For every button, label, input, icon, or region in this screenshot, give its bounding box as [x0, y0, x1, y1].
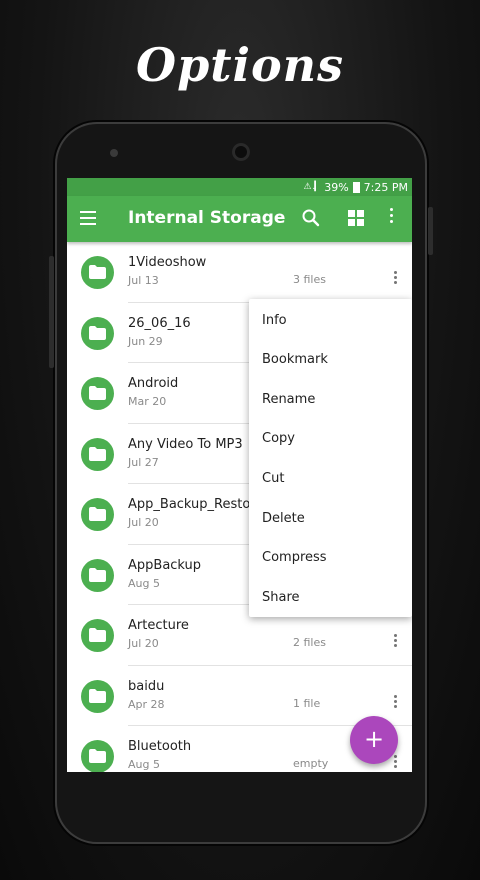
- file-row[interactable]: 1Videoshow Jul 13 3 files: [67, 242, 412, 303]
- file-date: Jul 20: [128, 637, 159, 650]
- folder-icon: [81, 498, 114, 531]
- status-time: 7:25 PM: [363, 180, 408, 194]
- file-count: 1 file: [293, 696, 321, 710]
- folder-icon: [81, 316, 114, 350]
- battery-percent: 39%: [324, 180, 349, 194]
- battery-icon: [352, 181, 360, 193]
- row-overflow-icon[interactable]: [394, 755, 397, 770]
- file-name: 26_06_16: [128, 315, 191, 331]
- phone-sensor: [110, 149, 118, 157]
- file-count: 3 files: [293, 273, 326, 286]
- file-name: App_Backup_Restore: [128, 497, 264, 512]
- status-bar: ⚠ .▎ 39% 7:25 PM: [67, 178, 412, 196]
- menu-item-rename[interactable]: Rename: [262, 392, 315, 407]
- folder-icon: [81, 679, 114, 713]
- folder-icon: [81, 377, 114, 410]
- row-overflow-icon[interactable]: [394, 694, 397, 710]
- options-menu: Info Bookmark Rename Copy Cut Delete Compress S…: [249, 299, 412, 617]
- file-name: baidu: [128, 678, 165, 694]
- signal-icon: ⚠ .▎: [303, 182, 322, 192]
- promo-title: Options: [136, 38, 344, 92]
- file-name: Android: [128, 376, 179, 391]
- overflow-menu-icon[interactable]: [390, 208, 394, 228]
- file-date: Jul 27: [128, 455, 159, 469]
- folder-icon: [81, 256, 114, 289]
- file-name: Artecture: [128, 618, 189, 633]
- row-overflow-icon[interactable]: [394, 634, 397, 649]
- add-fab-button[interactable]: +: [350, 716, 398, 764]
- folder-icon: [81, 558, 114, 592]
- folder-icon: [81, 740, 114, 772]
- hamburger-menu-icon[interactable]: [80, 211, 96, 225]
- search-icon[interactable]: [301, 208, 321, 228]
- file-row[interactable]: baidu Apr 28 1 file: [67, 666, 412, 726]
- file-count: 2 files: [293, 636, 326, 649]
- file-name: Any Video To MP3: [128, 436, 243, 452]
- page-title: Internal Storage: [128, 208, 286, 228]
- file-name: AppBackup: [128, 557, 202, 573]
- file-date: Aug 5: [128, 758, 160, 771]
- file-name: 1Videoshow: [128, 255, 207, 270]
- menu-item-compress[interactable]: Compress: [262, 550, 327, 565]
- folder-icon: [81, 619, 114, 652]
- app-bar: Internal Storage: [67, 196, 412, 242]
- volume-button: [49, 256, 54, 368]
- file-name: Bluetooth: [128, 739, 192, 754]
- menu-item-copy[interactable]: Copy: [262, 431, 295, 446]
- file-date: Apr 28: [128, 697, 165, 711]
- power-button: [428, 207, 433, 255]
- phone-camera: [232, 143, 250, 161]
- menu-item-info[interactable]: Info: [262, 313, 287, 328]
- menu-item-cut[interactable]: Cut: [262, 471, 284, 486]
- grid-view-icon[interactable]: [348, 210, 364, 226]
- row-overflow-icon[interactable]: [394, 271, 397, 286]
- file-date: Jun 29: [128, 334, 163, 348]
- screen: ⚠ .▎ 39% 7:25 PM Internal Storage 1Video…: [67, 178, 412, 772]
- file-count: empty: [293, 757, 329, 770]
- file-date: Mar 20: [128, 395, 167, 408]
- file-date: Aug 5: [128, 576, 160, 590]
- menu-item-bookmark[interactable]: Bookmark: [262, 352, 328, 367]
- file-date: Jul 13: [128, 274, 159, 287]
- menu-item-delete[interactable]: Delete: [262, 511, 305, 526]
- file-date: Jul 20: [128, 516, 159, 529]
- folder-icon: [81, 437, 114, 471]
- menu-item-share[interactable]: Share: [262, 590, 300, 605]
